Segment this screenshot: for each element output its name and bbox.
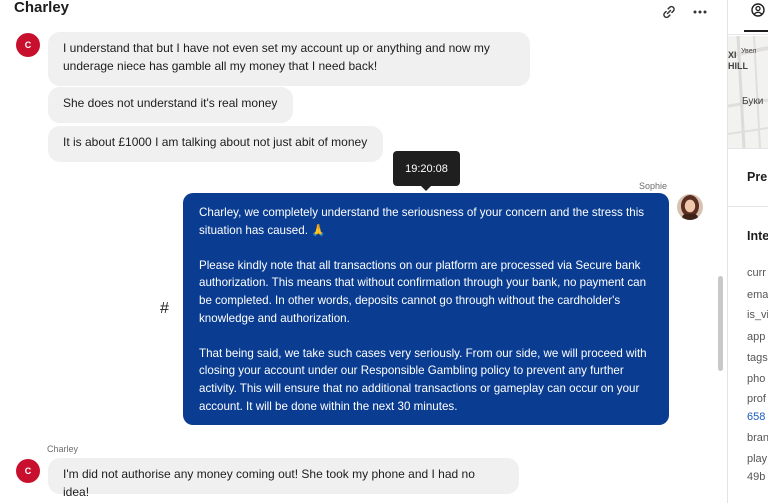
customer-avatar: C <box>16 459 40 483</box>
section-heading[interactable]: Inte <box>747 229 768 243</box>
field-label: curr <box>747 267 766 279</box>
map-label: HILL <box>728 61 748 71</box>
customer-name: Charley <box>47 444 79 454</box>
map-label: Буки <box>742 96 764 107</box>
section-heading[interactable]: Pre <box>747 170 767 184</box>
timestamp-tooltip: 19:20:08 <box>393 151 460 191</box>
field-value: 49b <box>747 471 766 483</box>
hash-symbol: # <box>160 300 169 317</box>
field-label: prof <box>747 393 766 405</box>
more-horizontal-icon[interactable] <box>692 4 708 20</box>
chat-header: Charley <box>0 0 727 24</box>
profile-tab[interactable] <box>728 0 768 30</box>
divider <box>728 34 768 35</box>
agent-avatar <box>677 194 703 220</box>
field-label: play <box>747 453 768 465</box>
map-label: XI <box>728 50 737 60</box>
active-tab-indicator <box>744 30 768 32</box>
user-circle-icon <box>751 3 765 17</box>
message-bubble: She does not understand it's real money <box>48 87 293 123</box>
field-label: is_vi <box>747 309 768 321</box>
link-icon[interactable] <box>661 4 677 20</box>
divider <box>728 148 768 149</box>
field-value-link[interactable]: 658 <box>747 411 765 423</box>
chat-scrollbar[interactable] <box>718 276 723 371</box>
agent-message-bubble: Charley, we completely understand the se… <box>183 193 669 425</box>
message-bubble: I'm did not authorise any money coming o… <box>48 458 519 499</box>
field-label: tags <box>747 352 768 364</box>
map-label: Увел <box>741 48 757 55</box>
chat-title: Charley <box>14 0 70 16</box>
message-bubble: It is about £1000 I am talking about not… <box>48 126 383 162</box>
location-map[interactable]: Увел XI HILL Буки <box>728 36 768 148</box>
field-label: pho <box>747 373 766 385</box>
chat-panel: Charley C I understand that but I have n… <box>0 0 727 503</box>
field-label: app <box>747 331 766 343</box>
message-bubble: I understand that but I have not even se… <box>48 32 530 86</box>
field-label: ema <box>747 289 768 301</box>
divider <box>728 206 768 207</box>
customer-info-panel: Увел XI HILL Буки Pre Inte curr ema is_v… <box>728 0 768 503</box>
agent-name: Sophie <box>639 181 668 191</box>
customer-avatar: C <box>16 33 40 57</box>
field-label: bran <box>747 432 768 444</box>
